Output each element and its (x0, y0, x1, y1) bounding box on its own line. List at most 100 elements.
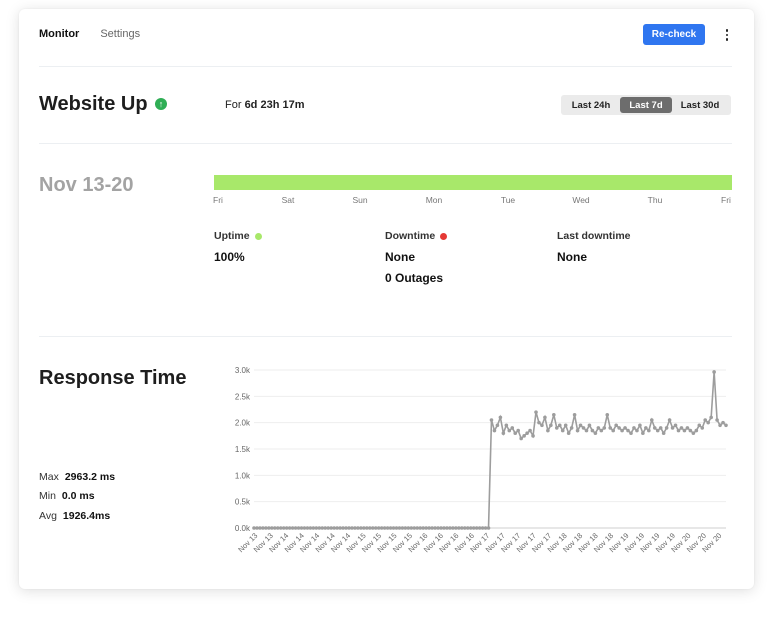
data-point[interactable] (691, 431, 696, 435)
data-point[interactable] (554, 426, 559, 430)
downtime-dot-icon (440, 232, 448, 240)
data-point[interactable] (721, 420, 725, 425)
data-point[interactable] (617, 426, 621, 430)
data-point[interactable] (534, 410, 538, 414)
day-label: Sat (281, 195, 295, 205)
duration-prefix: For (225, 99, 242, 111)
data-point[interactable] (504, 423, 509, 428)
data-point[interactable] (632, 426, 636, 430)
data-point[interactable] (715, 418, 719, 422)
data-point[interactable] (566, 431, 571, 435)
range-last-7d[interactable]: Last 7d (620, 97, 672, 113)
data-point[interactable] (682, 428, 687, 433)
data-point[interactable] (697, 423, 702, 428)
data-point[interactable] (563, 423, 568, 428)
data-point[interactable] (605, 412, 610, 417)
data-point[interactable] (543, 415, 547, 420)
day-label: Wed (572, 195, 590, 205)
data-point[interactable] (688, 428, 693, 433)
tab-monitor[interactable]: Monitor (39, 28, 79, 42)
downtime-value: None (385, 250, 415, 264)
y-tick-label: 2.0k (235, 419, 251, 428)
data-point[interactable] (495, 423, 500, 428)
data-point[interactable] (528, 428, 532, 433)
data-point[interactable] (718, 423, 722, 428)
data-point[interactable] (611, 428, 615, 433)
data-point[interactable] (513, 431, 518, 435)
data-point[interactable] (546, 428, 550, 433)
data-point[interactable] (635, 428, 639, 433)
data-point[interactable] (596, 426, 601, 430)
data-point[interactable] (590, 428, 595, 433)
data-point[interactable] (700, 426, 705, 430)
data-point[interactable] (572, 412, 577, 417)
data-point[interactable] (525, 431, 529, 435)
day-label: Tue (500, 195, 516, 205)
data-point[interactable] (602, 426, 607, 430)
range-last-30d[interactable]: Last 30d (672, 97, 728, 113)
data-point[interactable] (552, 412, 556, 417)
data-point[interactable] (709, 415, 713, 420)
max-value: 2963.2 ms (64, 471, 116, 483)
period-label: Nov 13-20 (39, 174, 134, 196)
data-point[interactable] (638, 423, 642, 428)
data-point[interactable] (516, 428, 521, 433)
recheck-button[interactable]: Re-check (643, 24, 705, 45)
data-point[interactable] (649, 418, 654, 422)
data-point[interactable] (540, 423, 544, 428)
data-point[interactable] (629, 431, 633, 435)
data-point[interactable] (647, 428, 651, 433)
data-point[interactable] (608, 426, 613, 430)
data-point[interactable] (626, 428, 630, 433)
data-point[interactable] (703, 418, 708, 422)
data-point[interactable] (581, 426, 586, 430)
data-point[interactable] (522, 434, 526, 438)
data-point[interactable] (489, 418, 494, 422)
data-point[interactable] (670, 426, 675, 430)
tab-settings[interactable]: Settings (100, 28, 140, 42)
data-point[interactable] (578, 423, 583, 428)
data-point[interactable] (706, 420, 710, 425)
data-point[interactable] (593, 431, 598, 435)
data-point[interactable] (599, 428, 604, 433)
last-downtime-label-text: Last downtime (557, 230, 631, 242)
data-point[interactable] (498, 415, 503, 420)
data-point[interactable] (492, 428, 497, 433)
data-point[interactable] (685, 426, 690, 430)
data-point[interactable] (676, 428, 681, 433)
data-point[interactable] (644, 426, 648, 430)
data-point[interactable] (507, 428, 512, 433)
y-tick-label: 1.0k (235, 471, 251, 480)
more-vertical-icon[interactable] (720, 26, 734, 44)
data-point[interactable] (537, 420, 541, 425)
downtime-label-text: Downtime (385, 230, 436, 242)
data-point[interactable] (661, 431, 666, 435)
data-point[interactable] (531, 434, 535, 438)
data-point[interactable] (712, 370, 716, 374)
data-point[interactable] (549, 423, 553, 428)
data-point[interactable] (575, 428, 580, 433)
data-point[interactable] (560, 428, 565, 433)
data-point[interactable] (569, 426, 574, 430)
data-point[interactable] (673, 423, 678, 428)
data-point[interactable] (694, 428, 699, 433)
data-point[interactable] (587, 423, 592, 428)
data-point[interactable] (667, 418, 672, 422)
data-point[interactable] (614, 423, 618, 428)
data-point[interactable] (557, 423, 562, 428)
data-point[interactable] (724, 423, 728, 428)
data-point[interactable] (623, 426, 627, 430)
data-point[interactable] (584, 428, 589, 433)
data-point[interactable] (501, 431, 506, 435)
range-last-24h[interactable]: Last 24h (562, 97, 620, 113)
data-point[interactable] (486, 526, 491, 530)
data-point[interactable] (652, 426, 657, 430)
data-point[interactable] (655, 428, 660, 433)
data-point[interactable] (620, 428, 624, 433)
data-point[interactable] (679, 426, 684, 430)
data-point[interactable] (658, 426, 663, 430)
data-point[interactable] (664, 426, 669, 430)
data-point[interactable] (519, 436, 523, 441)
data-point[interactable] (641, 431, 645, 435)
data-point[interactable] (510, 426, 515, 430)
